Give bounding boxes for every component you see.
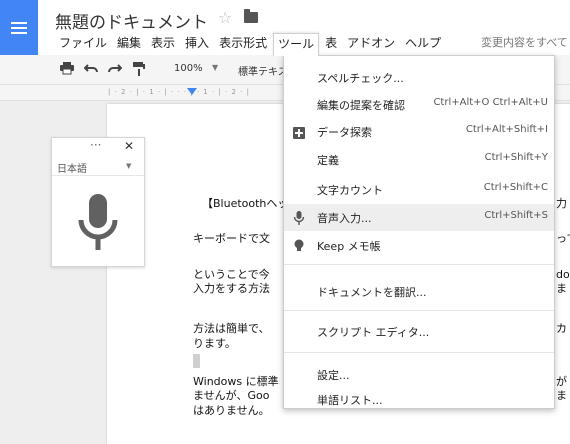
doc-line-fragment: が: [556, 375, 567, 388]
doc-line-fragment: ま: [556, 282, 567, 295]
undo-icon[interactable]: [83, 62, 98, 78]
more-options-icon[interactable]: ···: [90, 138, 101, 152]
folder-icon[interactable]: [244, 9, 258, 23]
ruler-marks: | · 2 · | · 1 · | · · · | · 1 · | · 2 · …: [108, 88, 250, 96]
menu-format[interactable]: 表示形式: [215, 33, 271, 53]
save-status[interactable]: 変更内容をすべて: [481, 33, 568, 53]
docs-home-icon[interactable]: [0, 0, 38, 55]
menu-item-spellcheck[interactable]: スペルチェック...: [284, 64, 554, 91]
app-header: 無題のドキュメント ☆ ファイル 編集 表示 挿入 表示形式 ツール 表 アドオ…: [0, 0, 570, 56]
menu-addons[interactable]: アドオン: [343, 33, 399, 53]
tools-menu: スペルチェック... 編集の提案を確認 Ctrl+Alt+O Ctrl+Alt+…: [283, 55, 555, 409]
menu-item-voice-typing[interactable]: 音声入力... Ctrl+Shift+S: [284, 204, 554, 231]
menu-help[interactable]: ヘルプ: [401, 33, 445, 53]
shortcut-text: Ctrl+Alt+O Ctrl+Alt+U: [433, 97, 548, 108]
doc-line: 方法は簡単で、: [193, 322, 270, 335]
menu-insert[interactable]: 挿入: [181, 33, 213, 53]
doc-line: ということで今: [193, 268, 270, 281]
paint-format-icon[interactable]: [133, 62, 145, 80]
doc-line: Windows に標準: [193, 375, 279, 388]
menu-item-word-count[interactable]: 文字カウント Ctrl+Shift+C: [284, 176, 554, 203]
shortcut-text: Ctrl+Shift+C: [483, 182, 548, 193]
menu-item-define[interactable]: 定義 Ctrl+Shift+Y: [284, 146, 554, 173]
menu-view[interactable]: 表示: [147, 33, 179, 53]
doc-line: 【Bluetoothヘッ: [202, 197, 289, 210]
menu-separator: [284, 352, 554, 353]
doc-line-fragment: って: [556, 232, 570, 245]
star-icon[interactable]: ☆: [218, 8, 232, 27]
doc-line-fragment: カ: [556, 322, 567, 335]
mic-icon: [293, 210, 307, 225]
shortcut-text: Ctrl+Alt+Shift+I: [465, 124, 548, 135]
doc-line: ませんが、Goo: [193, 389, 270, 402]
doc-line-fragment: do: [556, 268, 570, 281]
microphone-icon[interactable]: [74, 194, 122, 254]
doc-line: 入力をする方法: [193, 282, 270, 295]
redo-icon[interactable]: [108, 62, 123, 78]
document-title[interactable]: 無題のドキュメント: [55, 8, 208, 33]
doc-line: ります。: [193, 337, 236, 350]
menu-table[interactable]: 表: [321, 33, 341, 53]
menu-item-preferences[interactable]: 設定...: [284, 361, 554, 388]
menu-separator: [284, 310, 554, 311]
menu-file[interactable]: ファイル: [55, 33, 111, 53]
menu-bar: ファイル 編集 表示 挿入 表示形式 ツール 表 アドオン ヘルプ: [55, 33, 447, 56]
menu-separator: [284, 264, 554, 265]
doc-line-fragment: 力: [556, 197, 567, 210]
menu-item-word-list[interactable]: 単語リスト...: [284, 386, 554, 413]
language-select[interactable]: 日本語: [57, 160, 87, 175]
divider: [52, 175, 144, 176]
doc-line: はありません。: [193, 404, 270, 417]
shortcut-text: Ctrl+Shift+Y: [484, 152, 548, 163]
close-icon[interactable]: ✕: [124, 139, 134, 153]
menu-edit[interactable]: 編集: [113, 33, 145, 53]
doc-line: キーボードで文: [193, 232, 270, 245]
text-cursor: [193, 354, 200, 368]
style-select[interactable]: 標準テキス: [238, 63, 288, 78]
zoom-select[interactable]: 100%: [174, 63, 203, 74]
doc-line-fragment: ま: [556, 389, 567, 402]
menu-item-script-editor[interactable]: スクリプト エディタ...: [284, 318, 554, 345]
menu-tools[interactable]: ツール: [273, 33, 320, 56]
explore-icon: [293, 124, 307, 139]
language-caret-icon[interactable]: ▼: [126, 162, 131, 170]
menu-item-review-suggestions[interactable]: 編集の提案を確認 Ctrl+Alt+O Ctrl+Alt+U: [284, 91, 554, 118]
zoom-caret-icon[interactable]: ▼: [212, 63, 218, 72]
shortcut-text: Ctrl+Shift+S: [484, 210, 548, 221]
menu-item-translate[interactable]: ドキュメントを翻訳...: [284, 278, 554, 305]
keep-bulb-icon: [293, 238, 307, 252]
voice-typing-panel: ··· ✕ 日本語 ▼: [51, 137, 145, 267]
menu-item-explore[interactable]: データ探索 Ctrl+Alt+Shift+I: [284, 118, 554, 145]
menu-item-keep-notepad[interactable]: Keep メモ帳: [284, 232, 554, 259]
print-icon[interactable]: [60, 62, 74, 79]
